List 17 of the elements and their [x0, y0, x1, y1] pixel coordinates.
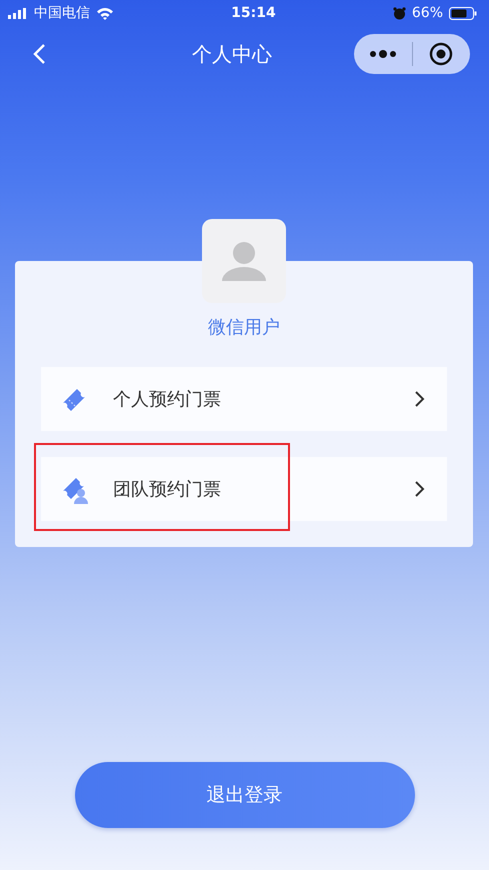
- page-title: 个人中心: [191, 40, 273, 68]
- logout-button[interactable]: 退出登录: [74, 762, 414, 828]
- battery-percent: 66%: [412, 5, 443, 21]
- wifi-icon: [96, 6, 114, 20]
- clock-time: 15:14: [230, 5, 277, 21]
- chevron-right-icon: [413, 480, 425, 498]
- alarm-icon: [392, 6, 406, 20]
- chevron-right-icon: [413, 390, 425, 408]
- signal-icon: [8, 8, 28, 18]
- menu-item[interactable]: 个人预约门票: [41, 367, 447, 431]
- battery-icon: [449, 6, 477, 20]
- more-icon[interactable]: [368, 50, 397, 58]
- user-name: 微信用户: [208, 316, 280, 339]
- person-icon: [222, 241, 266, 281]
- carrier-name: 中国电信: [34, 4, 90, 22]
- menu-item[interactable]: 团队预约门票: [41, 457, 447, 521]
- close-target-icon[interactable]: [429, 42, 454, 66]
